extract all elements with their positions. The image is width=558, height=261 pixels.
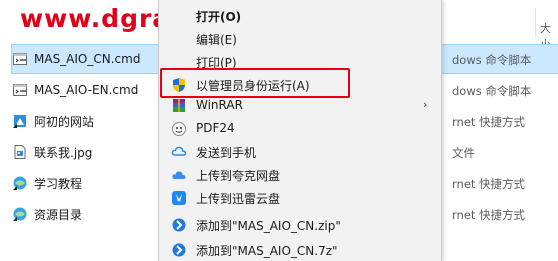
file-row-mas-aio-en[interactable]: MAS_AIO-EN.cmd [12, 76, 138, 104]
menu-item-label: 添加到"MAS_AIO_CN.7z" [196, 244, 338, 258]
menu-item-label: 发送到手机 [196, 146, 257, 160]
menu-item-edit[interactable]: 编辑(E) [159, 28, 441, 50]
file-type: rnet 快捷方式 [452, 177, 526, 191]
menu-item-upload-xunlei[interactable]: 上传到迅雷云盘 [159, 187, 441, 209]
file-type: rnet 快捷方式 [452, 115, 526, 129]
file-type: dows 命令脚本 [452, 84, 532, 98]
cmd-file-icon [13, 53, 27, 65]
menu-item-add-zip[interactable]: 添加到"MAS_AIO_CN.zip" [159, 214, 441, 236]
menu-item-send-to-phone[interactable]: 发送到手机 [159, 141, 441, 163]
file-row-resource-dir[interactable]: 资源目录 [12, 200, 82, 228]
jpg-file-icon [14, 145, 26, 159]
file-row-website[interactable]: 阿初的网站 [12, 107, 94, 135]
menu-item-label: 打开(O) [196, 10, 242, 24]
file-row-contact-jpg[interactable]: 联系我.jpg [12, 138, 92, 166]
internet-shortcut-icon [13, 207, 27, 221]
winrar-icon [173, 99, 185, 112]
file-type: dows 命令脚本 [452, 53, 532, 67]
phone-cloud-icon [171, 146, 187, 156]
chevron-right-icon: › [423, 98, 428, 111]
menu-item-winrar[interactable]: WinRAR › [159, 95, 441, 117]
menu-item-label: 上传到夸克网盘 [196, 169, 281, 183]
cmd-file-icon [13, 84, 27, 96]
bandizip-icon [172, 243, 186, 257]
menu-item-add-7z[interactable]: 添加到"MAS_AIO_CN.7z" [159, 239, 441, 261]
file-name: 学习教程 [34, 176, 83, 191]
pdf24-icon [172, 122, 186, 136]
column-separator[interactable] [535, 8, 536, 38]
file-row-tutorial[interactable]: 学习教程 [12, 169, 82, 197]
internet-shortcut-icon [13, 115, 26, 128]
file-name: MAS_AIO-EN.cmd [34, 83, 139, 97]
file-name: 联系我.jpg [34, 145, 93, 160]
menu-item-pdf24[interactable]: PDF24 [159, 118, 441, 140]
file-type: 文件 [452, 146, 475, 160]
menu-item-open[interactable]: 打开(O) [159, 5, 441, 27]
menu-item-label: 添加到"MAS_AIO_CN.zip" [196, 219, 341, 233]
context-menu: 打开(O) 编辑(E) 打印(P) 以管理员身份运行(A) WinRAR › P… [158, 0, 442, 261]
menu-item-label: WinRAR [196, 98, 243, 112]
menu-item-label: 编辑(E) [196, 33, 237, 47]
file-type: rnet 快捷方式 [452, 208, 526, 222]
file-name: 资源目录 [34, 207, 83, 222]
file-name: MAS_AIO_CN.cmd [34, 52, 141, 66]
bandizip-icon [172, 218, 186, 232]
menu-item-label: PDF24 [196, 121, 235, 135]
menu-item-label: 上传到迅雷云盘 [196, 192, 281, 206]
menu-item-upload-quark[interactable]: 上传到夸克网盘 [159, 164, 441, 186]
internet-shortcut-icon [13, 176, 27, 190]
file-name: 阿初的网站 [34, 114, 95, 129]
highlight-annotation-box [160, 68, 350, 98]
quark-cloud-icon [172, 171, 186, 179]
xunlei-icon [172, 191, 186, 205]
